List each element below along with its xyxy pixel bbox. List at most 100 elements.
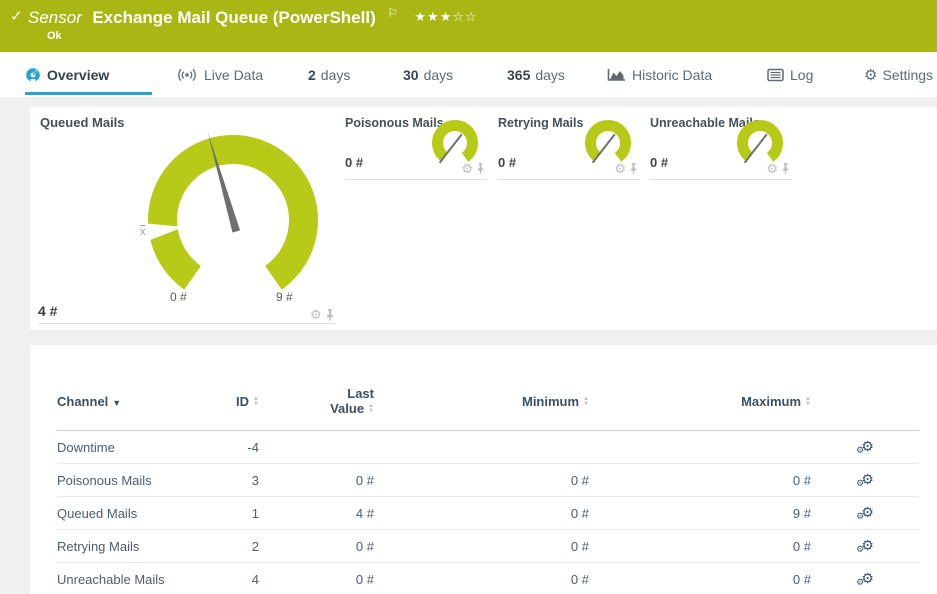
divider	[38, 323, 336, 324]
channel-minimum: 0 #	[382, 497, 597, 530]
tab-historic-data[interactable]: Historic Data	[607, 52, 712, 97]
pin-icon[interactable]	[325, 309, 335, 322]
tab-label: Live Data	[204, 67, 263, 83]
channel-id: 4	[207, 563, 267, 594]
channel-name[interactable]: Downtime	[57, 431, 207, 464]
pin-icon[interactable]	[781, 163, 790, 175]
channel-id: 2	[207, 530, 267, 563]
channel-name[interactable]: Retrying Mails	[57, 530, 207, 563]
table-row: Poisonous Mails 3 0 # 0 # 0 # ⚙⚙	[57, 464, 919, 497]
channel-maximum: 0 #	[597, 563, 819, 594]
object-kind-label: Sensor	[28, 8, 82, 27]
channel-maximum: 9 #	[597, 497, 819, 530]
overview-content: Queued Mails x 0 # 9 # 4 # ⚙	[0, 97, 937, 594]
page-title: Exchange Mail Queue (PowerShell)	[92, 8, 375, 27]
channel-settings-icon[interactable]: ⚙⚙	[856, 539, 874, 554]
channel-last-value: 0 #	[267, 530, 382, 563]
channel-last-value: 0 #	[267, 464, 382, 497]
channel-last-value: 4 #	[267, 497, 382, 530]
tab-log[interactable]: Log	[767, 52, 813, 97]
column-header-id[interactable]: ID▲▼	[207, 378, 267, 431]
channel-settings-icon[interactable]: ⚙⚙	[856, 440, 874, 455]
table-row: Queued Mails 1 4 # 0 # 9 # ⚙⚙	[57, 497, 919, 530]
channel-settings-icon[interactable]: ⚙⚙	[856, 506, 874, 521]
channel-minimum: 0 #	[382, 464, 597, 497]
tab-live-data[interactable]: Live Data	[176, 52, 263, 97]
channel-minimum: 0 #	[382, 530, 597, 563]
tab-label: days	[424, 67, 454, 83]
gauge-last-value: 0 #	[650, 155, 668, 170]
pin-icon[interactable]	[476, 163, 485, 175]
log-list-icon	[767, 68, 784, 82]
broadcast-icon	[176, 68, 198, 82]
tab-value: 30	[403, 67, 419, 83]
gauge-settings-icon[interactable]: ⚙	[614, 161, 626, 177]
sensor-header: ✓ Sensor Exchange Mail Queue (PowerShell…	[0, 0, 937, 52]
column-header-last-value[interactable]: LastValue▲▼	[267, 378, 382, 431]
channel-name[interactable]: Queued Mails	[57, 497, 207, 530]
column-header-channel[interactable]: Channel▼	[57, 378, 207, 431]
sort-icon: ▲▼	[583, 397, 589, 407]
gauge-settings-icon[interactable]: ⚙	[461, 161, 473, 177]
tab-label: Overview	[47, 67, 109, 83]
channel-id: -4	[207, 431, 267, 464]
gauge-max-label: 9 #	[276, 290, 293, 304]
sort-icon: ▲▼	[368, 404, 374, 414]
tab-label: Settings	[882, 67, 933, 83]
sort-icon: ▲▼	[805, 397, 811, 407]
tab-value: 365	[507, 67, 530, 83]
area-chart-icon	[607, 67, 626, 82]
gauge-retrying-mails: Retrying Mails 0 # ⚙	[498, 107, 640, 180]
channel-id: 1	[207, 497, 267, 530]
channel-settings-icon[interactable]: ⚙⚙	[856, 572, 874, 587]
tab-bar: Overview Live Data 2 days 30 days 365 da…	[0, 52, 937, 97]
priority-stars[interactable]: ★★★☆☆	[414, 9, 477, 24]
tab-label: Historic Data	[632, 67, 712, 83]
channel-maximum: 0 #	[597, 530, 819, 563]
table-row: Downtime -4 ⚙⚙	[57, 431, 919, 464]
channel-minimum: 0 #	[382, 563, 597, 594]
column-header-actions	[819, 378, 919, 431]
column-header-maximum[interactable]: Maximum▲▼	[597, 378, 819, 431]
tab-label: Log	[790, 67, 813, 83]
flag-icon[interactable]: ⚐	[387, 6, 398, 20]
channel-minimum	[382, 431, 597, 464]
channel-name[interactable]: Poisonous Mails	[57, 464, 207, 497]
tab-2-days[interactable]: 2 days	[308, 52, 350, 97]
channel-last-value	[267, 431, 382, 464]
status-check-icon: ✓	[10, 7, 23, 25]
sort-desc-icon: ▼	[112, 398, 121, 408]
channel-name[interactable]: Unreachable Mails	[57, 563, 207, 594]
channel-id: 3	[207, 464, 267, 497]
gauge-min-label: 0 #	[170, 290, 187, 304]
tab-label: days	[535, 67, 565, 83]
gauge-icon	[25, 67, 41, 83]
tab-settings[interactable]: ⚙ Settings	[864, 52, 933, 97]
gauge-unreachable-mails: Unreachable Mails 0 # ⚙	[650, 107, 792, 180]
table-row: Unreachable Mails 4 0 # 0 # 0 # ⚙⚙	[57, 563, 919, 594]
channel-settings-icon[interactable]: ⚙⚙	[856, 473, 874, 488]
gauge-settings-icon[interactable]: ⚙	[766, 161, 778, 177]
column-header-minimum[interactable]: Minimum▲▼	[382, 378, 597, 431]
tab-365-days[interactable]: 365 days	[507, 52, 565, 97]
gauge-last-value: 0 #	[345, 155, 363, 170]
gauge-settings-icon[interactable]: ⚙	[310, 307, 322, 323]
stars-filled-icon[interactable]: ★★★	[414, 9, 452, 24]
gauges-panel: Queued Mails x 0 # 9 # 4 # ⚙	[30, 107, 937, 330]
radial-gauge	[133, 120, 333, 320]
stars-empty-icon[interactable]: ☆☆	[452, 9, 477, 24]
pin-icon[interactable]	[629, 163, 638, 175]
sort-icon: ▲▼	[253, 397, 259, 407]
prtg-sensor-page: ✓ Sensor Exchange Mail Queue (PowerShell…	[0, 0, 937, 594]
tab-30-days[interactable]: 30 days	[403, 52, 453, 97]
tab-overview[interactable]: Overview	[25, 52, 152, 97]
channel-maximum	[597, 431, 819, 464]
gauge-poisonous-mails: Poisonous Mails 0 # ⚙	[345, 107, 487, 180]
gear-icon: ⚙	[864, 66, 877, 84]
average-marker: x	[140, 226, 146, 238]
table-row: Retrying Mails 2 0 # 0 # 0 # ⚙⚙	[57, 530, 919, 563]
tab-label: days	[321, 67, 351, 83]
gauge-title: Queued Mails	[40, 115, 125, 130]
channel-maximum: 0 #	[597, 464, 819, 497]
status-badge: Ok	[47, 30, 62, 42]
